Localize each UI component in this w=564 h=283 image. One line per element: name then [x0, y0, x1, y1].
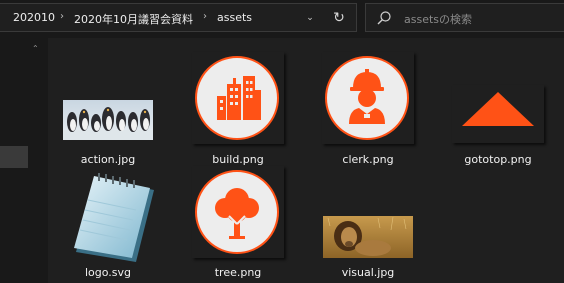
navigation-pane[interactable]: ⌃ [0, 38, 45, 283]
file-name-label: build.png [212, 153, 264, 166]
file-name-label: action.jpg [80, 153, 136, 166]
lion-photo-thumbnail [323, 216, 413, 258]
file-name-label: gototop.png [464, 153, 532, 166]
file-item-visual-jpg[interactable]: visual.jpg [318, 170, 418, 280]
breadcrumb-item-assets[interactable]: assets [217, 11, 252, 24]
address-dropdown-icon[interactable]: ⌄ [300, 9, 320, 27]
triangle-icon [462, 92, 534, 126]
search-box[interactable]: assetsの検索 [365, 3, 564, 32]
file-item-build-png[interactable]: build.png [188, 46, 288, 166]
buildings-icon [195, 56, 279, 140]
scroll-up-icon[interactable]: ⌃ [32, 44, 42, 54]
penguins-photo-thumbnail [63, 100, 153, 140]
notepad-icon [74, 173, 154, 262]
tree-icon [195, 170, 279, 254]
file-name-label: clerk.png [342, 153, 394, 166]
refresh-icon[interactable]: ↻ [326, 7, 352, 29]
toolbar: 202010 › 2020年10月議習会資料 › assets ⌄ ↻ asse… [0, 0, 564, 38]
file-item-clerk-png[interactable]: clerk.png [318, 46, 418, 166]
file-name-label: logo.svg [84, 266, 132, 279]
file-item-gototop-png[interactable]: gototop.png [448, 46, 548, 166]
worker-icon [325, 56, 409, 140]
file-list[interactable]: action.jpg build.png clerk.png gototop.p… [48, 38, 564, 283]
file-item-logo-svg[interactable]: logo.svg [58, 170, 158, 280]
file-item-tree-png[interactable]: tree.png [188, 170, 288, 280]
file-name-label: tree.png [214, 266, 262, 279]
nav-selected-item[interactable] [0, 146, 28, 168]
breadcrumb-item-meeting-materials[interactable]: 2020年10月議習会資料 [74, 11, 193, 27]
search-input[interactable]: assetsの検索 [404, 11, 472, 27]
search-icon [377, 11, 391, 25]
breadcrumb-separator-icon[interactable]: › [203, 11, 207, 22]
file-name-label: visual.jpg [341, 266, 395, 279]
breadcrumb-separator-icon[interactable]: › [60, 11, 64, 22]
file-item-action-jpg[interactable]: action.jpg [58, 46, 158, 166]
breadcrumb-item-202010[interactable]: 202010 [13, 11, 55, 24]
address-bar[interactable]: 202010 › 2020年10月議習会資料 › assets ⌄ ↻ [0, 3, 357, 32]
